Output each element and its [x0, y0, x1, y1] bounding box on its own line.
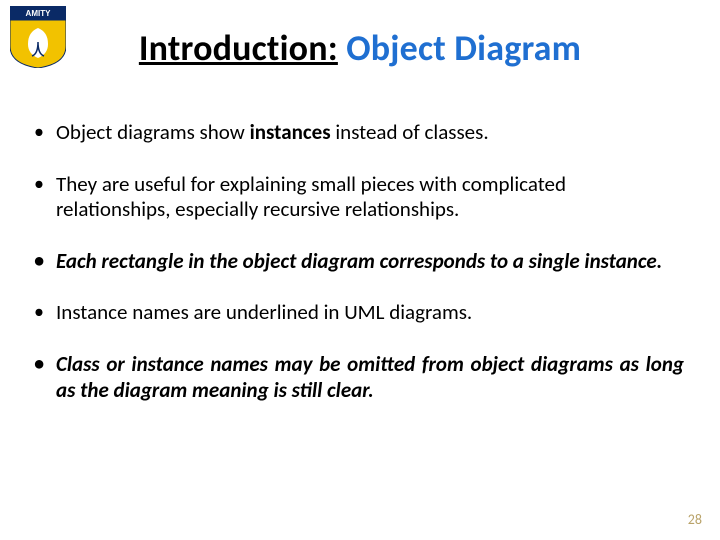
bullet-1-pre: Object diagrams show [56, 119, 250, 145]
bullet-5: Class or instance names may be omitted f… [32, 352, 684, 403]
bullet-1-post: instead of classes. [331, 119, 489, 145]
bullet-2: They are useful for explaining small pie… [32, 172, 684, 223]
title-subject: Object Diagram [346, 26, 581, 70]
svg-text:AMITY: AMITY [26, 9, 52, 18]
bullet-list: Object diagrams show instances instead o… [32, 120, 684, 429]
bullet-1: Object diagrams show instances instead o… [32, 120, 684, 146]
bullet-3: Each rectangle in the object diagram cor… [32, 249, 684, 275]
bullet-4: Instance names are underlined in UML dia… [32, 300, 684, 326]
bullet-1-bold: instances [250, 119, 331, 145]
slide-title: Introduction: Object Diagram [0, 26, 720, 70]
page-number: 28 [688, 511, 702, 528]
title-intro: Introduction: [139, 26, 338, 70]
